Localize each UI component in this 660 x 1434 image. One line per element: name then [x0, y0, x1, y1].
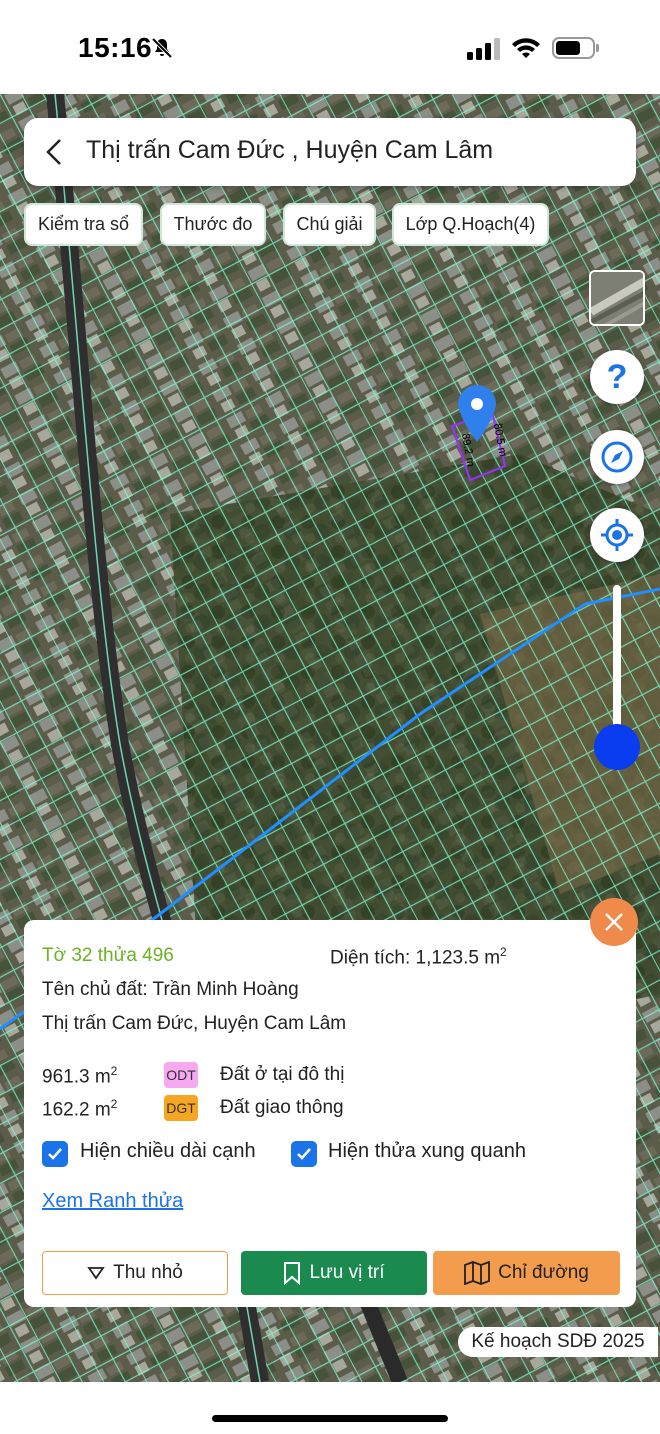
directions-button[interactable]: Chỉ đường — [433, 1251, 620, 1295]
location-header: Thị trấn Cam Đức , Huyện Cam Lâm — [24, 118, 636, 186]
save-location-button[interactable]: Lưu vị trí — [241, 1251, 427, 1295]
show-surrounding-label[interactable]: Hiện thửa xung quanh — [328, 1140, 526, 1163]
owner-name: Tên chủ đất: Trần Minh Hoàng — [42, 979, 299, 1000]
bottom-safe-area — [0, 1382, 660, 1434]
zoom-slider-track[interactable] — [613, 585, 621, 745]
land-use-area-2: 162.2 m2 — [42, 1097, 118, 1121]
wifi-icon — [512, 38, 540, 58]
bell-slash-icon — [151, 37, 173, 59]
check-book-chip[interactable]: Kiểm tra sổ — [24, 203, 143, 246]
planning-layer-chip[interactable]: Lớp Q.Hoạch(4) — [392, 203, 549, 246]
collapse-button[interactable]: Thu nhỏ — [42, 1251, 228, 1295]
satellite-layer-icon — [591, 272, 643, 324]
status-bar: 15:16 — [0, 0, 660, 94]
checkmark-icon — [48, 1148, 62, 1160]
land-use-name-1: Đất ở tại đô thị — [220, 1064, 345, 1085]
collapse-button-label: Thu nhỏ — [113, 1262, 183, 1283]
directions-button-label: Chỉ đường — [498, 1262, 589, 1283]
plan-year-label[interactable]: Kế hoạch SDĐ 2025 — [458, 1327, 658, 1357]
legend-chip[interactable]: Chú giải — [283, 203, 376, 246]
battery-icon — [552, 37, 599, 59]
compass-button[interactable] — [590, 430, 644, 484]
status-time: 15:16 — [78, 32, 153, 63]
header-title: Thị trấn Cam Đức , Huyện Cam Lâm — [86, 136, 494, 164]
close-panel-button[interactable] — [590, 898, 638, 946]
land-use-area-1: 961.3 m2 — [42, 1064, 118, 1088]
zoom-slider-knob[interactable] — [594, 724, 640, 770]
checkmark-icon — [297, 1148, 311, 1160]
show-surrounding-checkbox[interactable] — [291, 1141, 317, 1167]
ruler-chip[interactable]: Thước đo — [160, 203, 266, 246]
land-use-code-badge-2: DGT — [164, 1095, 198, 1121]
question-mark-icon: ? — [606, 357, 628, 396]
parcel-address: Thị trấn Cam Đức, Huyện Cam Lâm — [42, 1013, 347, 1034]
back-arrow-icon[interactable] — [42, 136, 68, 168]
parcel-id: Tờ 32 thửa 496 — [42, 945, 174, 966]
show-edge-length-checkbox[interactable] — [42, 1141, 68, 1167]
screen: 15:16 89.2 m 80.5 m Thị trấn Cam Đức , H… — [0, 0, 660, 1434]
land-use-name-2: Đất giao thông — [220, 1097, 344, 1118]
my-location-button[interactable] — [590, 508, 644, 562]
map-layer-button[interactable] — [589, 270, 645, 326]
view-boundary-link[interactable]: Xem Ranh thửa — [42, 1190, 183, 1213]
home-indicator[interactable] — [212, 1415, 448, 1422]
show-edge-length-label[interactable]: Hiện chiều dài cạnh — [80, 1140, 256, 1163]
parcel-area: Diện tích: 1,123.5 m2 — [330, 945, 507, 969]
save-location-button-label: Lưu vị trí — [309, 1262, 385, 1283]
help-button[interactable]: ? — [590, 350, 644, 404]
compass-icon — [601, 441, 633, 473]
bookmark-icon — [284, 1262, 301, 1285]
triangle-down-icon — [87, 1267, 105, 1280]
close-icon — [605, 913, 623, 931]
land-use-code-badge-1: ODT — [164, 1062, 198, 1088]
cellular-signal-icon — [467, 38, 500, 60]
map-fold-icon — [464, 1261, 491, 1285]
crosshair-icon — [601, 519, 633, 551]
